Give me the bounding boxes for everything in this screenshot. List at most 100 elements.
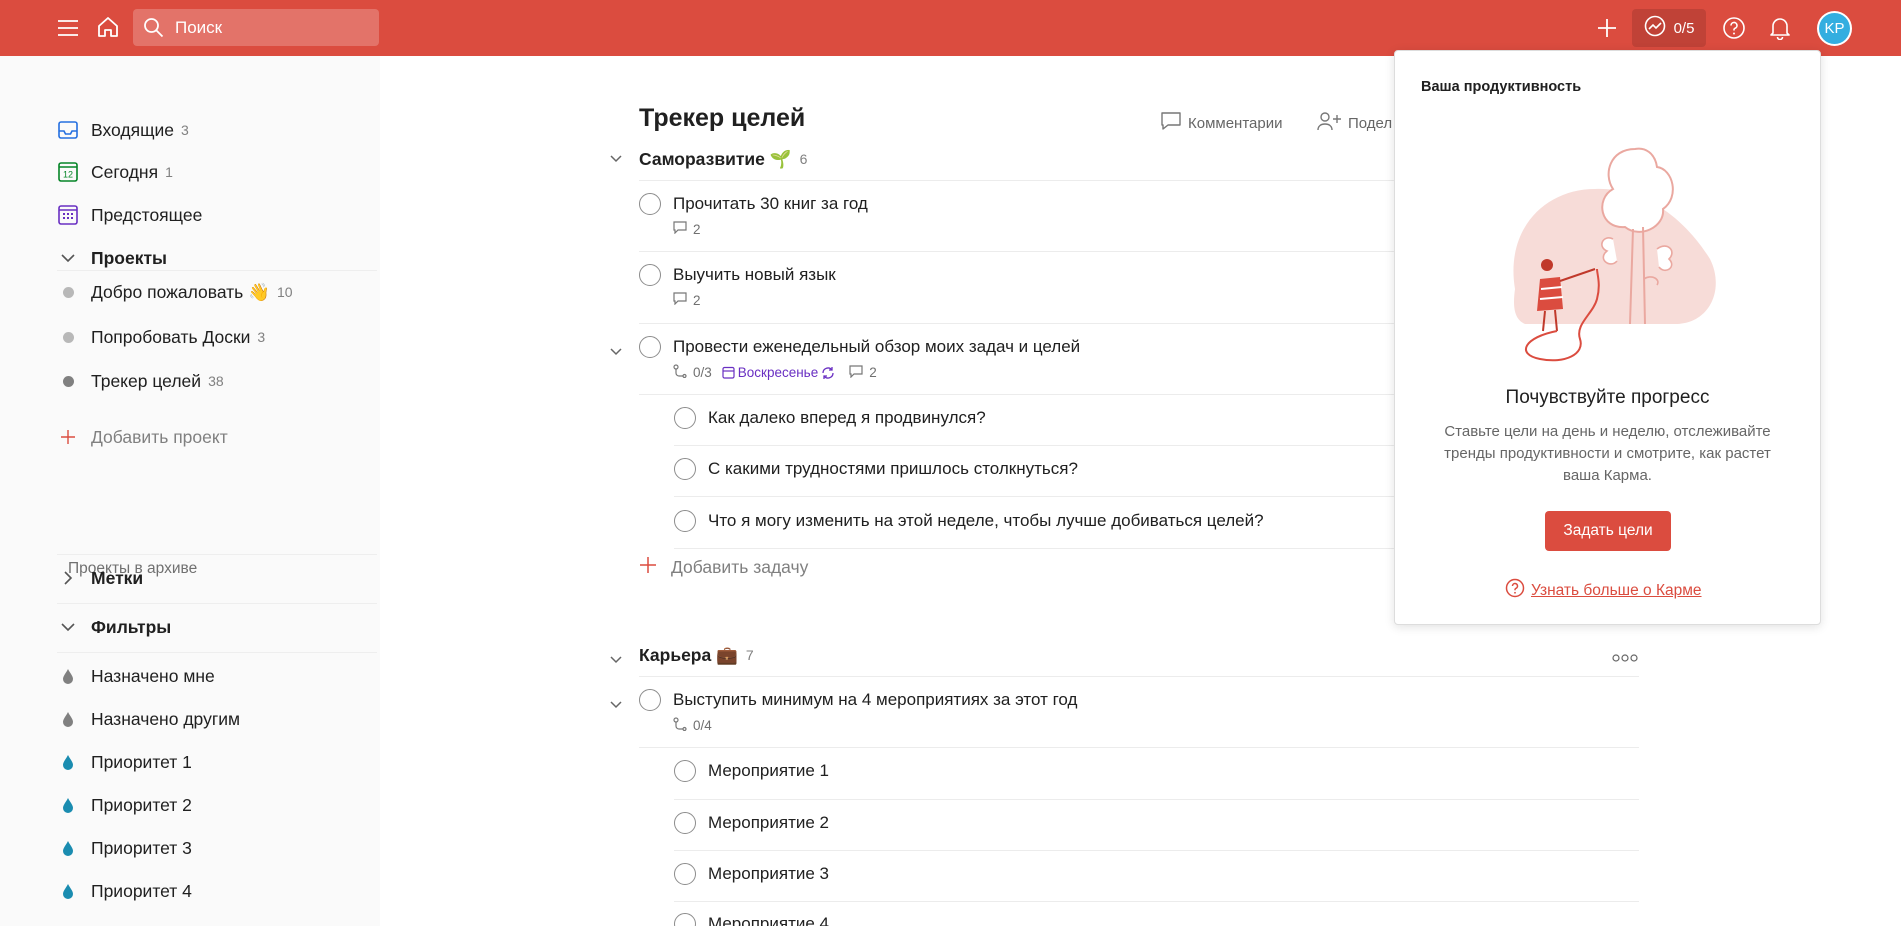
search-input[interactable]: Поиск bbox=[133, 9, 379, 46]
sidebar-item-label: Добро пожаловать 👋 bbox=[91, 281, 270, 302]
comments-button[interactable]: Комментарии bbox=[1160, 111, 1282, 135]
divider bbox=[57, 554, 377, 555]
chevron-down-icon[interactable] bbox=[57, 622, 79, 632]
task-title: С какими трудностями пришлось столкнутьс… bbox=[708, 459, 1078, 478]
chevron-down-icon[interactable] bbox=[57, 253, 79, 263]
chevron-down-icon[interactable] bbox=[610, 343, 622, 359]
task-checkbox[interactable] bbox=[639, 336, 661, 358]
task-checkbox[interactable] bbox=[674, 863, 696, 885]
due-date-label: Воскресенье bbox=[737, 365, 819, 380]
comment-icon bbox=[849, 364, 863, 381]
sidebar-item-today[interactable]: 12 Сегодня 1 bbox=[57, 157, 173, 187]
learn-more-link[interactable]: Узнать больше о Карме bbox=[1505, 578, 1702, 603]
task-checkbox[interactable] bbox=[639, 689, 661, 711]
calendar-upcoming-icon bbox=[57, 204, 79, 226]
share-button[interactable]: Подел bbox=[1316, 111, 1392, 135]
task-checkbox[interactable] bbox=[674, 760, 696, 782]
task-meta: 2 bbox=[673, 292, 701, 308]
sidebar-project-boards[interactable]: Попробовать Доски 3 bbox=[57, 322, 265, 352]
sidebar-item-label: Приоритет 1 bbox=[91, 751, 192, 772]
subtask-item[interactable]: Что я могу изменить на этой неделе, чтоб… bbox=[674, 506, 1264, 536]
add-project-button[interactable]: Добавить проект bbox=[57, 422, 228, 452]
sidebar-filter-priority-3[interactable]: Приоритет 3 bbox=[57, 833, 192, 863]
subtask-icon bbox=[673, 364, 687, 381]
task-meta: 2 bbox=[673, 221, 701, 237]
task-item[interactable]: Прочитать 30 книг за год bbox=[639, 189, 868, 219]
project-color-dot bbox=[57, 326, 79, 348]
task-checkbox[interactable] bbox=[674, 458, 696, 480]
task-item[interactable]: Выступить минимум на 4 мероприятиях за э… bbox=[639, 685, 1077, 715]
sidebar-item-label: Сегодня bbox=[91, 161, 159, 182]
add-project-label: Добавить проект bbox=[91, 426, 228, 447]
task-checkbox[interactable] bbox=[674, 407, 696, 429]
sidebar-item-inbox[interactable]: Входящие 3 bbox=[57, 115, 189, 145]
sidebar-item-label: Назначено мне bbox=[91, 665, 215, 686]
subtask-item[interactable]: Мероприятие 3 bbox=[674, 859, 829, 889]
chevron-down-icon[interactable] bbox=[610, 651, 622, 667]
drop-icon bbox=[57, 794, 79, 816]
section-header[interactable]: Карьера 💼 7 bbox=[639, 641, 754, 669]
task-checkbox[interactable] bbox=[639, 193, 661, 215]
more-options-icon[interactable] bbox=[1612, 651, 1638, 665]
subtask-item[interactable]: Мероприятие 4 bbox=[674, 909, 829, 926]
project-color-dot bbox=[57, 281, 79, 303]
task-title: Провести еженедельный обзор моих задач и… bbox=[673, 337, 1081, 356]
sidebar-item-label: Приоритет 4 bbox=[91, 880, 192, 901]
bell-icon[interactable] bbox=[1764, 12, 1796, 44]
drop-icon bbox=[57, 751, 79, 773]
section-title: Карьера 💼 bbox=[639, 644, 738, 665]
add-task-button[interactable]: Добавить задачу bbox=[639, 556, 808, 579]
sidebar-item-upcoming[interactable]: Предстоящее bbox=[57, 200, 202, 230]
comments-label: Комментарии bbox=[1188, 114, 1283, 132]
sidebar-filter-priority-2[interactable]: Приоритет 2 bbox=[57, 790, 192, 820]
task-item[interactable]: Выучить новый язык bbox=[639, 260, 836, 290]
drop-icon bbox=[57, 880, 79, 902]
labels-header[interactable]: Метки bbox=[57, 563, 143, 593]
subtask-item[interactable]: Мероприятие 1 bbox=[674, 756, 829, 786]
sidebar-item-count: 38 bbox=[208, 373, 224, 389]
task-checkbox[interactable] bbox=[639, 264, 661, 286]
subtask-progress: 0/4 bbox=[693, 718, 712, 733]
sidebar-project-welcome[interactable]: Добро пожаловать 👋 10 bbox=[57, 277, 293, 307]
chevron-down-icon[interactable] bbox=[610, 150, 622, 166]
task-title: Выступить минимум на 4 мероприятиях за э… bbox=[673, 690, 1078, 709]
search-icon bbox=[143, 17, 164, 43]
top-bar: Поиск 0/5 KP bbox=[0, 0, 1901, 56]
task-checkbox[interactable] bbox=[674, 510, 696, 532]
divider bbox=[639, 747, 1639, 748]
divider bbox=[674, 799, 1639, 800]
due-date[interactable]: Воскресенье bbox=[722, 365, 835, 380]
filters-header[interactable]: Фильтры bbox=[57, 612, 171, 642]
sidebar-project-goal-tracker[interactable]: Трекер целей 38 bbox=[57, 366, 224, 396]
sidebar-item-label: Трекер целей bbox=[91, 370, 202, 391]
quick-add-icon[interactable] bbox=[1591, 12, 1623, 44]
comment-count: 2 bbox=[869, 365, 877, 380]
sidebar-filter-priority-4[interactable]: Приоритет 4 bbox=[57, 876, 192, 906]
set-goals-button[interactable]: Задать цели bbox=[1545, 511, 1671, 551]
sidebar-item-count: 10 bbox=[276, 284, 293, 300]
task-checkbox[interactable] bbox=[674, 812, 696, 834]
avatar[interactable]: KP bbox=[1817, 11, 1852, 46]
home-icon[interactable] bbox=[92, 11, 124, 43]
subtask-item[interactable]: Как далеко вперед я продвинулся? bbox=[674, 403, 986, 433]
help-icon[interactable] bbox=[1718, 12, 1750, 44]
chevron-down-icon[interactable] bbox=[610, 696, 622, 712]
sidebar-filter-priority-1[interactable]: Приоритет 1 bbox=[57, 747, 192, 777]
karma-button[interactable]: 0/5 bbox=[1632, 9, 1706, 47]
chevron-right-icon[interactable] bbox=[57, 571, 79, 585]
section-header[interactable]: Саморазвитие 🌱 6 bbox=[639, 145, 807, 173]
popup-title: Ваша продуктивность bbox=[1421, 79, 1582, 95]
task-title: Мероприятие 4 bbox=[708, 914, 829, 926]
sidebar-item-label: Приоритет 2 bbox=[91, 794, 192, 815]
sidebar-item-count: 3 bbox=[257, 329, 266, 345]
sidebar-filter-assigned-to-others[interactable]: Назначено другим bbox=[57, 704, 240, 734]
plus-icon bbox=[639, 556, 657, 579]
projects-header[interactable]: Проекты bbox=[57, 243, 167, 273]
menu-icon[interactable] bbox=[52, 12, 84, 44]
task-checkbox[interactable] bbox=[674, 913, 696, 926]
section-count: 6 bbox=[799, 151, 808, 167]
sidebar-filter-assigned-to-me[interactable]: Назначено мне bbox=[57, 661, 215, 691]
task-item[interactable]: Провести еженедельный обзор моих задач и… bbox=[639, 332, 1080, 362]
subtask-item[interactable]: Мероприятие 2 bbox=[674, 808, 829, 838]
subtask-item[interactable]: С какими трудностями пришлось столкнутьс… bbox=[674, 454, 1078, 484]
